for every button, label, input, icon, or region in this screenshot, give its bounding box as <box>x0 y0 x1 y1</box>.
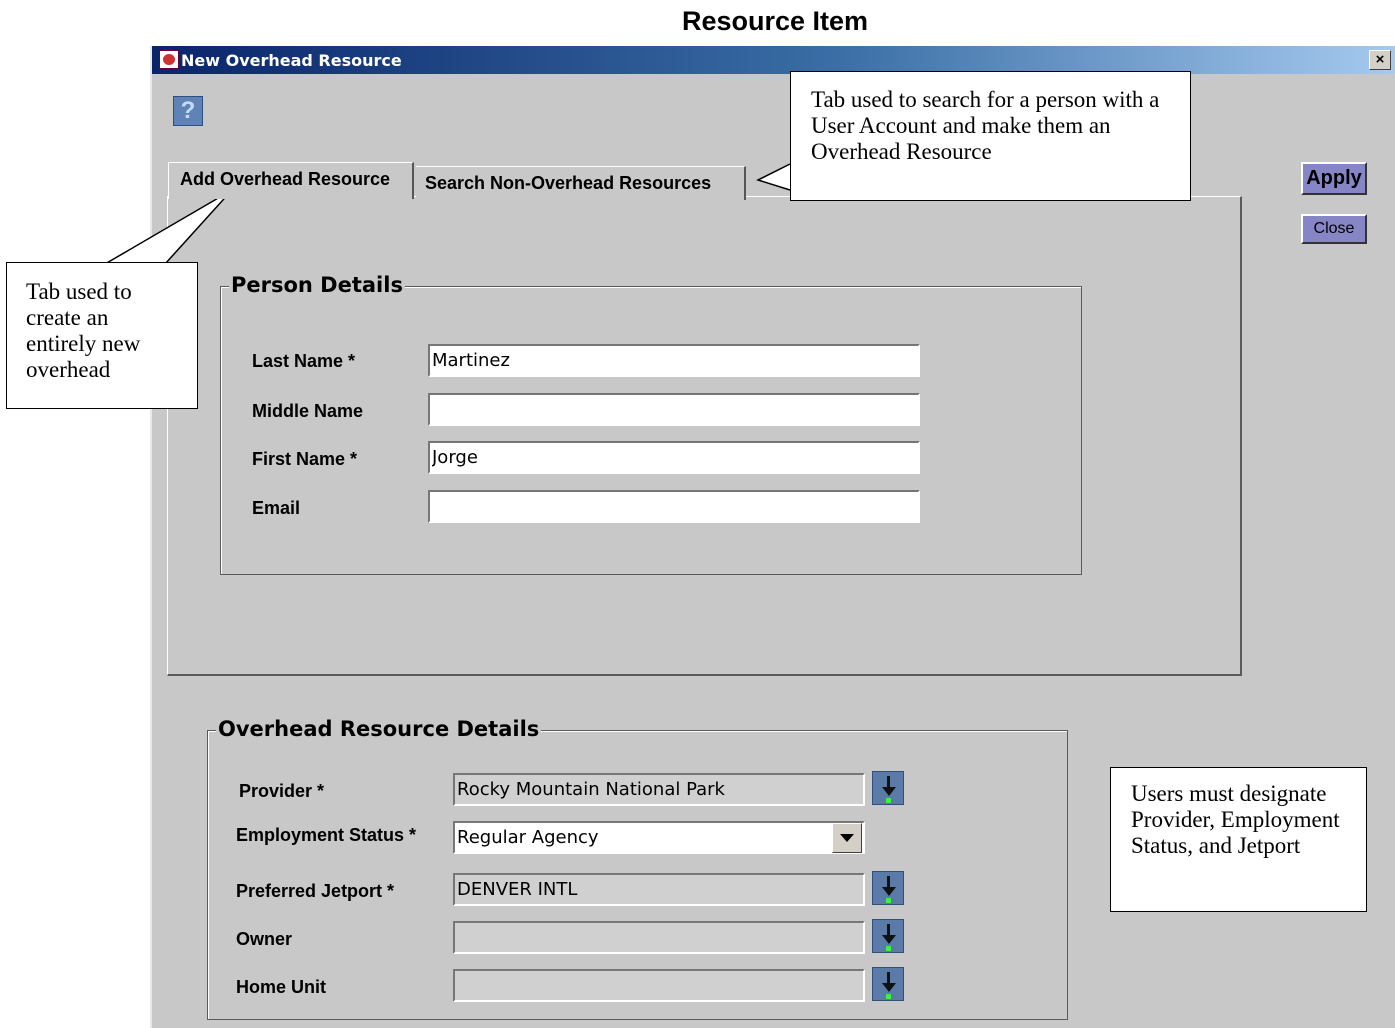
add-tab-callout: Tab used to create an entirely new overh… <box>6 262 198 409</box>
first-name-field[interactable] <box>428 441 920 474</box>
employment-status-select[interactable] <box>453 821 865 854</box>
email-field[interactable] <box>428 490 920 523</box>
provider-field[interactable] <box>453 773 865 806</box>
tab-add-overhead-resource[interactable]: Add Overhead Resource <box>168 162 414 199</box>
last-name-field[interactable] <box>428 344 920 377</box>
jetport-browse-icon[interactable] <box>872 871 904 905</box>
owner-browse-icon[interactable] <box>872 919 904 953</box>
preferred-jetport-label: Preferred Jetport * <box>236 881 395 901</box>
tab-search-non-overhead-resources[interactable]: Search Non-Overhead Resources <box>416 166 746 200</box>
home-unit-field[interactable] <box>453 969 865 1002</box>
owner-label: Owner <box>236 929 293 949</box>
preferred-jetport-field[interactable] <box>453 873 865 906</box>
chevron-down-icon[interactable] <box>832 823 862 853</box>
owner-field[interactable] <box>453 921 865 954</box>
apply-button[interactable]: Apply <box>1301 162 1367 195</box>
email-label: Email <box>252 498 301 518</box>
person-details-group: Person Details Last Name * Middle Name F… <box>220 270 1082 575</box>
window-title: New Overhead Resource <box>181 51 402 70</box>
middle-name-field[interactable] <box>428 393 920 426</box>
last-name-label: Last Name * <box>252 351 356 371</box>
help-icon[interactable]: ? <box>173 96 203 126</box>
first-name-label: First Name * <box>252 449 358 469</box>
document-title: Resource Item <box>681 6 869 36</box>
person-details-title: Person Details <box>229 270 405 300</box>
home-unit-browse-icon[interactable] <box>872 967 904 1001</box>
provider-browse-icon[interactable] <box>872 771 904 805</box>
overhead-details-title: Overhead Resource Details <box>216 714 542 744</box>
users-must-designate-callout: Users must designate Provider, Employmen… <box>1110 767 1367 912</box>
home-unit-label: Home Unit <box>236 977 326 997</box>
close-button[interactable]: Close <box>1301 214 1367 244</box>
employment-status-label: Employment Status * <box>236 825 417 845</box>
app-icon <box>159 50 179 69</box>
provider-label: Provider * <box>239 781 325 801</box>
title-bar[interactable]: New Overhead Resource × <box>152 46 1395 74</box>
close-icon[interactable]: × <box>1369 50 1391 70</box>
overhead-resource-details-group: Overhead Resource Details Provider * Emp… <box>207 714 1068 1020</box>
search-tab-callout: Tab used to search for a person with a U… <box>790 71 1191 201</box>
middle-name-label: Middle Name <box>252 401 364 421</box>
